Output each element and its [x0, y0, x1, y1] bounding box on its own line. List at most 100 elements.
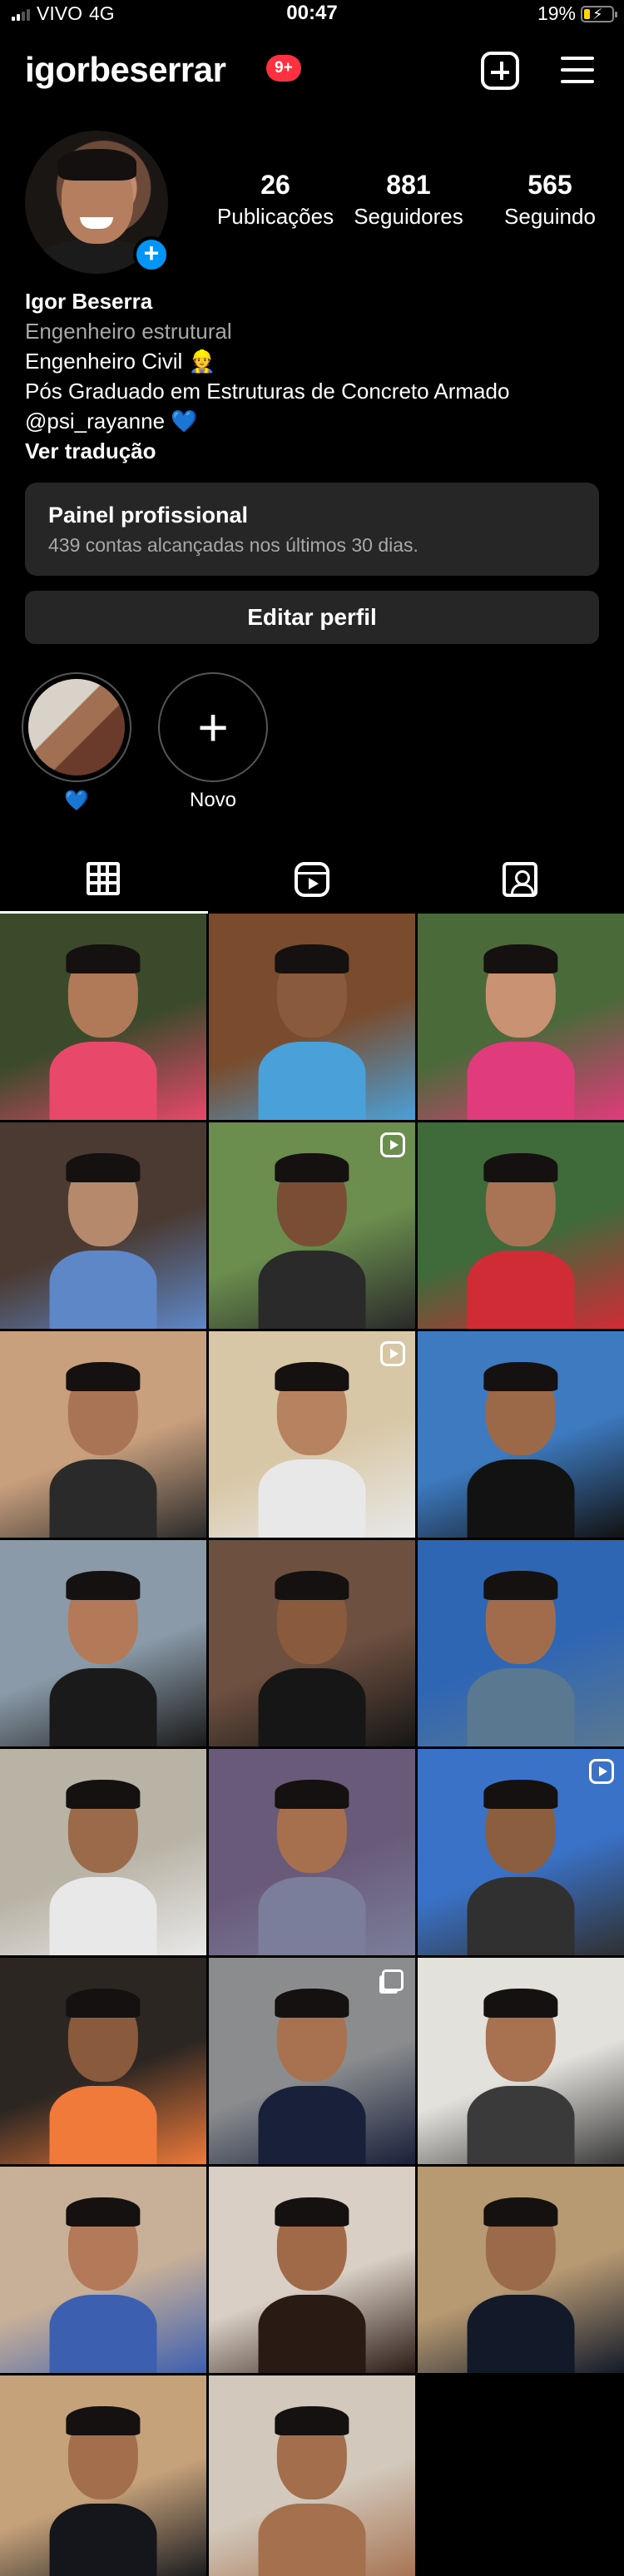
- post-thumbnail[interactable]: [209, 2375, 415, 2576]
- post-thumbnail[interactable]: [0, 2375, 206, 2576]
- photo-body: [258, 2085, 366, 2164]
- post-thumbnail[interactable]: [209, 914, 415, 1120]
- post-thumbnail[interactable]: [209, 1122, 415, 1329]
- dashboard-subtitle: 439 contas alcançadas nos últimos 30 dia…: [48, 534, 418, 556]
- photo-hair: [66, 2406, 141, 2435]
- post-thumbnail[interactable]: [0, 2167, 206, 2373]
- photo-hair: [483, 1362, 558, 1391]
- username-title[interactable]: igorbeserrar: [25, 50, 226, 90]
- following-stat[interactable]: 565 Seguindo: [488, 170, 612, 230]
- post-thumbnail[interactable]: [209, 1958, 415, 2164]
- battery-percent: 19%: [537, 2, 576, 24]
- posts-count: 26: [260, 170, 290, 200]
- following-count: 565: [527, 170, 572, 200]
- menu-button[interactable]: [561, 57, 594, 85]
- photo-hair: [66, 1362, 141, 1391]
- tab-posts[interactable]: [0, 847, 208, 914]
- professional-dashboard[interactable]: Painel profissional 439 contas alcançada…: [25, 483, 599, 576]
- photo-hair: [275, 1571, 349, 1600]
- post-thumbnail[interactable]: [418, 2167, 624, 2373]
- photo-body: [467, 1459, 575, 1538]
- bio-line: Pós Graduado em Estruturas de Concreto A…: [25, 379, 510, 404]
- photo-hair: [66, 1153, 141, 1182]
- posts-grid: [0, 914, 624, 2576]
- bio-mention-link[interactable]: @psi_rayanne 💙: [25, 406, 607, 436]
- photo-hair: [275, 1362, 349, 1391]
- followers-count: 881: [386, 170, 431, 200]
- photo-body: [49, 2294, 157, 2373]
- tab-reels[interactable]: [208, 847, 416, 914]
- post-thumbnail[interactable]: [0, 1331, 206, 1538]
- post-thumbnail[interactable]: [418, 1958, 624, 2164]
- photo-hair: [483, 1780, 558, 1809]
- post-thumbnail[interactable]: [418, 1540, 624, 1746]
- post-thumbnail[interactable]: [209, 1749, 415, 1955]
- notification-badge[interactable]: 9+: [266, 55, 301, 82]
- followers-stat[interactable]: 881 Seguidores: [346, 170, 471, 230]
- photo-hair: [483, 944, 558, 973]
- photo-hair: [275, 2406, 349, 2435]
- photo-body: [467, 2294, 575, 2373]
- photo-hair: [483, 2197, 558, 2227]
- photo-body: [258, 1250, 366, 1329]
- photo-body: [467, 1041, 575, 1120]
- posts-label: Publicações: [216, 204, 334, 229]
- posts-stat[interactable]: 26 Publicações: [213, 170, 338, 230]
- post-thumbnail[interactable]: [209, 1540, 415, 1746]
- photo-body: [467, 1250, 575, 1329]
- plus-icon: +: [197, 697, 229, 757]
- new-highlight[interactable]: + Novo: [158, 672, 268, 814]
- category-label: Engenheiro estrutural: [25, 319, 232, 344]
- followers-label: Seguidores: [354, 204, 463, 229]
- reel-icon: [380, 1132, 405, 1157]
- grid-icon: [87, 862, 120, 895]
- tab-tagged[interactable]: [416, 847, 624, 914]
- post-thumbnail[interactable]: [0, 1540, 206, 1746]
- post-thumbnail[interactable]: [418, 1749, 624, 1955]
- photo-hair: [483, 1989, 558, 2018]
- edit-profile-button[interactable]: Editar perfil: [25, 591, 599, 644]
- post-thumbnail[interactable]: [209, 2167, 415, 2373]
- photo-body: [49, 2085, 157, 2164]
- create-post-button[interactable]: [481, 52, 519, 90]
- post-thumbnail[interactable]: [0, 914, 206, 1120]
- photo-hair: [66, 2197, 141, 2227]
- reel-icon: [380, 1341, 405, 1366]
- add-story-button[interactable]: +: [133, 236, 170, 273]
- post-thumbnail[interactable]: [418, 1331, 624, 1538]
- photo-body: [49, 1667, 157, 1746]
- post-thumbnail[interactable]: [0, 1122, 206, 1329]
- photo-body: [258, 2294, 366, 2373]
- photo-hair: [275, 1989, 349, 2018]
- bio: Igor Beserra Engenheiro estrutural Engen…: [25, 286, 607, 466]
- photo-body: [49, 1041, 157, 1120]
- photo-hair: [483, 1571, 558, 1600]
- photo-hair: [275, 2197, 349, 2227]
- highlight-caption: 💙: [64, 790, 89, 812]
- photo-body: [258, 1041, 366, 1120]
- highlight-cover: [22, 672, 131, 782]
- post-thumbnail[interactable]: [418, 914, 624, 1120]
- photo-body: [258, 1876, 366, 1955]
- photo-hair: [483, 1153, 558, 1182]
- photo-hair: [66, 1571, 141, 1600]
- photo-hair: [275, 1780, 349, 1809]
- clock: 00:47: [286, 2, 338, 24]
- translate-link[interactable]: Ver tradução: [25, 436, 607, 466]
- highlight-item[interactable]: 💙: [22, 672, 131, 814]
- photo-body: [49, 1876, 157, 1955]
- photo-body: [49, 1250, 157, 1329]
- bio-line: Engenheiro Civil 👷: [25, 349, 215, 374]
- new-highlight-caption: Novo: [189, 789, 237, 811]
- tagged-icon: [503, 862, 537, 897]
- post-thumbnail[interactable]: [0, 1958, 206, 2164]
- photo-body: [258, 2503, 366, 2576]
- post-thumbnail[interactable]: [418, 1122, 624, 1329]
- post-thumbnail[interactable]: [209, 1331, 415, 1538]
- new-highlight-circle: +: [158, 672, 268, 782]
- carousel-icon: [382, 1969, 404, 1991]
- photo-body: [467, 2085, 575, 2164]
- status-bar: VIVO 4G 00:47 19% ⚡: [0, 0, 624, 25]
- post-thumbnail[interactable]: [0, 1749, 206, 1955]
- reel-icon: [589, 1759, 614, 1784]
